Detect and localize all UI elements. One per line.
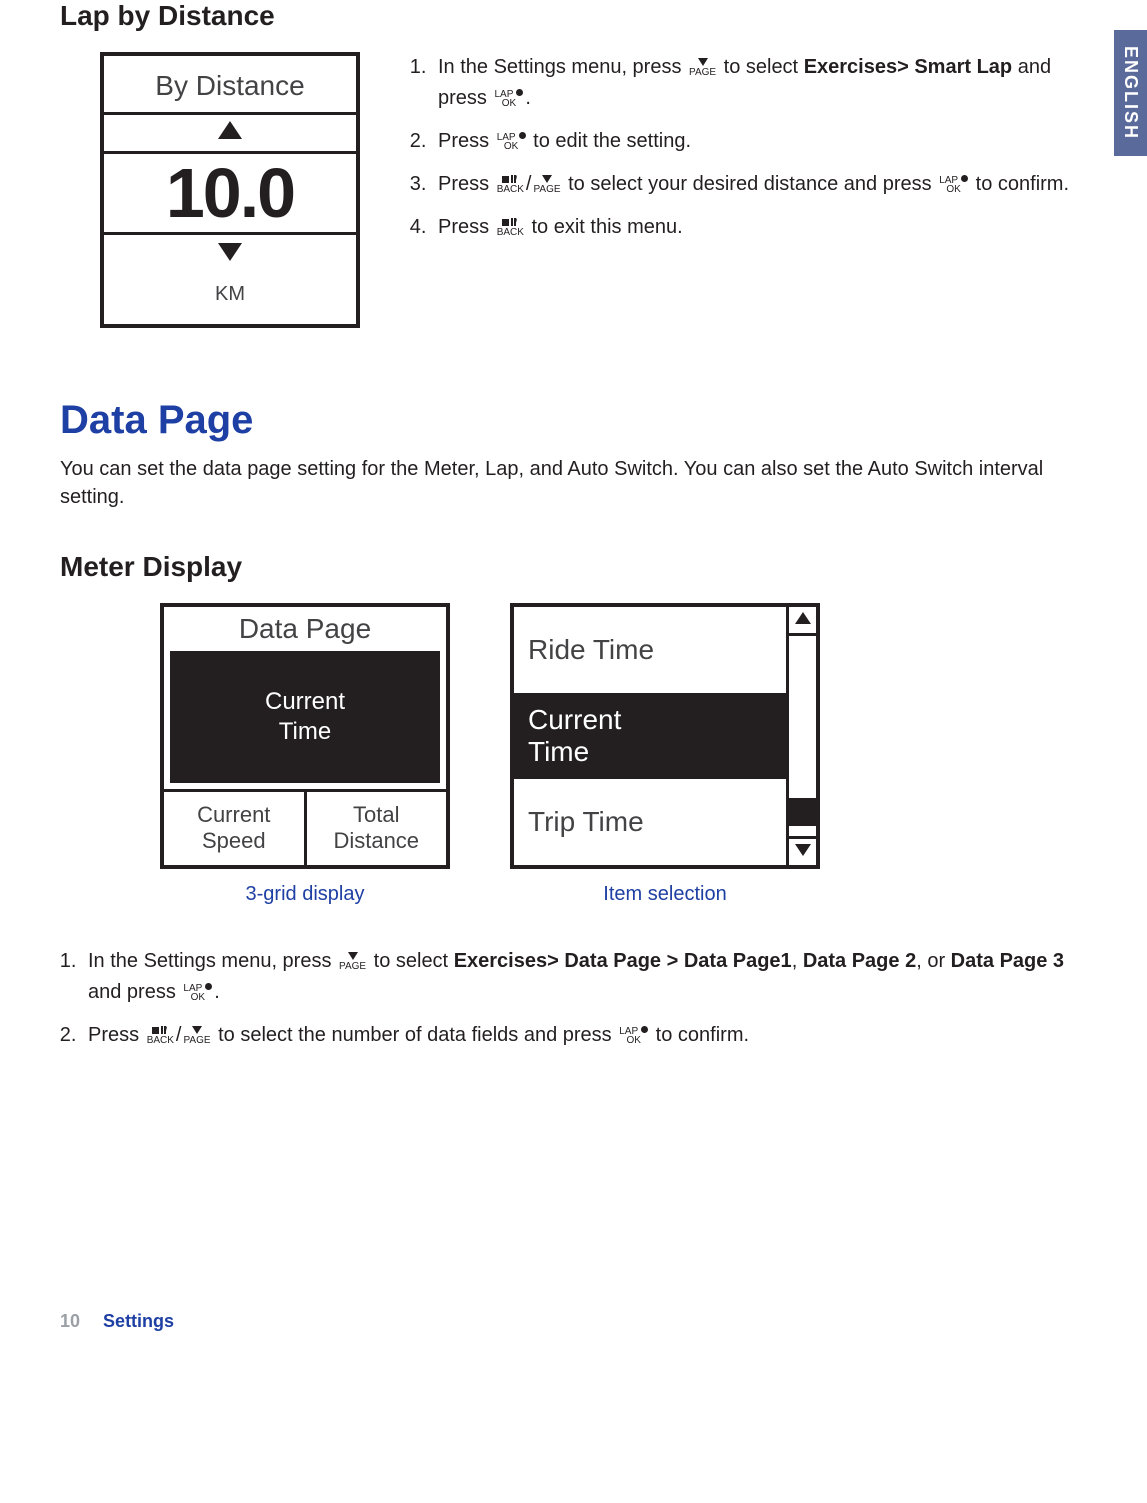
footer-section: Settings xyxy=(103,1311,174,1331)
lap-ok-button-icon: LAPOK xyxy=(619,1026,648,1046)
scroll-up-icon xyxy=(789,607,816,633)
dp-step-1: In the Settings menu, press PAGE to sele… xyxy=(82,946,1087,1008)
lap-ok-button-icon: LAPOK xyxy=(939,175,968,195)
step-1: In the Settings menu, press PAGE to sele… xyxy=(432,52,1087,114)
scroll-thumb xyxy=(789,798,816,826)
step-3: Press BACK/PAGE to select your desired d… xyxy=(432,169,1087,200)
distance-unit: KM xyxy=(104,275,356,324)
step-2: Press LAPOK to edit the setting. xyxy=(432,126,1087,157)
page-button-icon: PAGE xyxy=(339,952,366,972)
dp-step-2: Press BACK/PAGE to select the number of … xyxy=(82,1020,1087,1051)
page-number: 10 xyxy=(60,1311,80,1331)
list-item-trip-time: Trip Time xyxy=(514,779,786,865)
device-screen-grid: Data Page CurrentTime CurrentSpeed Total… xyxy=(160,603,450,869)
page-button-icon: PAGE xyxy=(689,58,716,78)
lap-ok-button-icon: LAPOK xyxy=(183,983,212,1003)
scroll-down-icon xyxy=(789,839,816,865)
list-item-current-time: CurrentTime xyxy=(514,693,786,779)
grid-cell-speed: CurrentSpeed xyxy=(164,792,307,865)
scroll-track xyxy=(789,633,816,839)
back-button-icon: BACK xyxy=(147,1026,174,1046)
data-page-steps-list: In the Settings menu, press PAGE to sele… xyxy=(60,946,1087,1051)
step-4: Press BACK to exit this menu. xyxy=(432,212,1087,243)
arrow-down-icon xyxy=(104,232,356,275)
data-page-heading: Data Page xyxy=(60,398,1087,443)
back-button-icon: BACK xyxy=(497,175,524,195)
grid-title: Data Page xyxy=(164,607,446,651)
lap-ok-button-icon: LAPOK xyxy=(497,132,526,152)
grid-cell-distance: TotalDistance xyxy=(307,792,447,865)
back-button-icon: BACK xyxy=(497,218,524,238)
data-page-intro: You can set the data page setting for th… xyxy=(60,455,1087,511)
language-tab: ENGLISH xyxy=(1114,30,1147,156)
caption-list: Item selection xyxy=(510,883,820,906)
lap-by-distance-heading: Lap by Distance xyxy=(60,0,1087,32)
list-item-ride-time: Ride Time xyxy=(514,607,786,693)
meter-display-heading: Meter Display xyxy=(60,551,1087,583)
distance-value: 10.0 xyxy=(104,154,356,232)
lap-ok-button-icon: LAPOK xyxy=(494,89,523,109)
device-screen-lap: By Distance 10.0 KM xyxy=(100,52,360,328)
lap-steps-list: In the Settings menu, press PAGE to sele… xyxy=(410,52,1087,243)
page-button-icon: PAGE xyxy=(183,1026,210,1046)
page-footer: 10 Settings xyxy=(60,1311,1087,1332)
grid-big-cell: CurrentTime xyxy=(170,651,440,783)
scrollbar xyxy=(786,607,816,865)
page-button-icon: PAGE xyxy=(533,175,560,195)
arrow-up-icon xyxy=(104,115,356,154)
caption-grid: 3-grid display xyxy=(160,883,450,906)
device-title: By Distance xyxy=(104,56,356,115)
device-screen-list: Ride Time CurrentTime Trip Time xyxy=(510,603,820,869)
